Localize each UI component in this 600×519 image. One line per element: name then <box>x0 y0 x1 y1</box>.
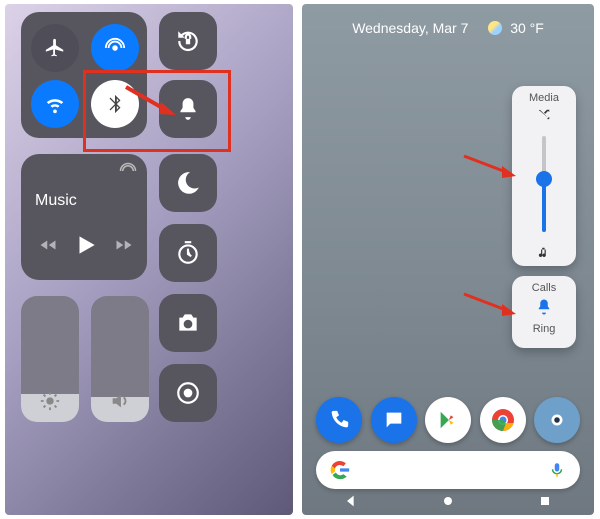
chrome-app[interactable] <box>480 397 526 443</box>
airplay-icon <box>119 162 137 180</box>
weather-icon <box>488 21 502 35</box>
status-temp: 30 °F <box>510 20 544 36</box>
airdrop-toggle[interactable] <box>91 24 139 72</box>
airplane-icon <box>44 37 66 59</box>
wifi-toggle[interactable] <box>31 80 79 128</box>
play-icon[interactable] <box>73 232 99 258</box>
airplane-mode-toggle[interactable] <box>31 24 79 72</box>
ios-control-center: Music <box>5 4 293 515</box>
wifi-icon <box>44 93 66 115</box>
music-label: Music <box>35 192 77 210</box>
media-volume-panel[interactable]: Media <box>512 86 576 266</box>
music-tile[interactable]: Music <box>21 154 147 280</box>
shuffle-icon[interactable] <box>537 108 551 122</box>
timer-button[interactable] <box>159 224 217 282</box>
calls-panel-label: Ring <box>512 321 576 341</box>
back-icon[interactable] <box>343 493 359 509</box>
forward-icon[interactable] <box>113 236 135 254</box>
mic-icon[interactable] <box>548 461 566 479</box>
rotation-lock-icon <box>175 28 201 54</box>
annotation-arrow-media <box>462 152 520 182</box>
camera-app[interactable] <box>534 397 580 443</box>
android-home-screen: Wednesday, Mar 7 30 °F Media Calls Ring <box>302 4 594 515</box>
speaker-icon <box>109 390 131 412</box>
bell-icon[interactable] <box>535 298 553 316</box>
phone-icon <box>328 409 350 431</box>
note-icon <box>537 246 551 260</box>
status-date: Wednesday, Mar 7 <box>352 20 468 36</box>
google-logo <box>330 460 350 480</box>
calls-panel-title: Calls <box>512 276 576 294</box>
calls-panel[interactable]: Calls Ring <box>512 276 576 348</box>
do-not-disturb-toggle[interactable] <box>159 154 217 212</box>
moon-icon <box>175 170 201 196</box>
volume-slider[interactable] <box>91 296 149 422</box>
play-store-icon <box>437 409 459 431</box>
google-search-bar[interactable] <box>316 451 580 489</box>
media-panel-title: Media <box>512 86 576 104</box>
chrome-icon <box>491 408 515 432</box>
timer-icon <box>175 240 201 266</box>
messages-app[interactable] <box>371 397 417 443</box>
annotation-arrow-calls <box>462 290 520 320</box>
brightness-icon <box>39 390 61 412</box>
camera-button[interactable] <box>159 294 217 352</box>
messages-icon <box>383 409 405 431</box>
screen-record-button[interactable] <box>159 364 217 422</box>
orientation-lock-toggle[interactable] <box>159 12 217 70</box>
camera-icon <box>546 409 568 431</box>
recent-icon[interactable] <box>537 493 553 509</box>
home-icon[interactable] <box>440 493 456 509</box>
airdrop-icon <box>104 37 126 59</box>
brightness-slider[interactable] <box>21 296 79 422</box>
status-bar: Wednesday, Mar 7 30 °F <box>302 20 594 36</box>
annotation-arrow <box>121 82 181 122</box>
system-navigation-bar <box>302 493 594 509</box>
app-dock <box>316 397 580 443</box>
play-store-app[interactable] <box>425 397 471 443</box>
phone-app[interactable] <box>316 397 362 443</box>
camera-icon <box>175 310 201 336</box>
record-icon <box>175 380 201 406</box>
rewind-icon[interactable] <box>37 236 59 254</box>
